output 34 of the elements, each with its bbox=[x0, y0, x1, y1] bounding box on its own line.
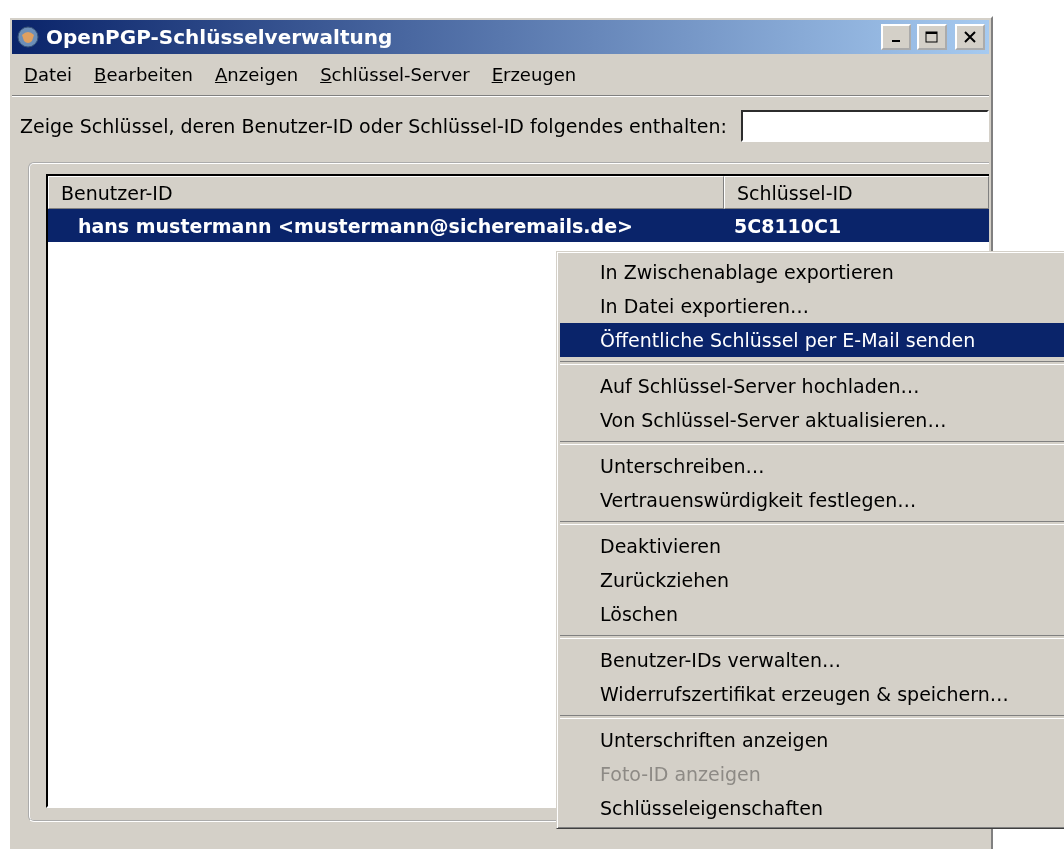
menu-item[interactable]: Bearbeiten bbox=[82, 58, 203, 91]
context-menu-item[interactable]: Zurückziehen bbox=[560, 563, 1064, 597]
context-menu-item[interactable]: In Zwischenablage exportieren bbox=[560, 255, 1064, 289]
minimize-button[interactable] bbox=[881, 24, 911, 50]
context-menu-item[interactable]: Öffentliche Schlüssel per E-Mail senden bbox=[560, 323, 1064, 357]
minimize-icon bbox=[892, 40, 900, 42]
column-header[interactable]: Benutzer-ID bbox=[48, 176, 724, 209]
column-header[interactable]: Schlüssel-ID bbox=[724, 176, 989, 209]
close-icon bbox=[964, 31, 976, 43]
window-title: OpenPGP-Schlüsselverwaltung bbox=[46, 25, 394, 49]
context-menu-item[interactable]: Unterschreiben… bbox=[560, 449, 1064, 483]
context-menu-item[interactable]: Vertrauenswürdigkeit festlegen… bbox=[560, 483, 1064, 517]
filter-label: Zeige Schlüssel, deren Benutzer-ID oder Schlüssel-ID folgendes enthalten: bbox=[20, 115, 727, 137]
user-id-cell-text: hans mustermann <mustermann@sicheremails.de> bbox=[77, 214, 634, 237]
context-menu-item[interactable]: Benutzer-IDs verwalten… bbox=[560, 643, 1064, 677]
context-menu-item[interactable]: Unterschriften anzeigen bbox=[560, 723, 1064, 757]
menu-item[interactable]: Erzeugen bbox=[479, 58, 587, 91]
maximize-icon bbox=[925, 31, 939, 43]
menu-item[interactable]: Anzeigen bbox=[202, 58, 309, 91]
app-icon bbox=[16, 25, 40, 49]
close-button[interactable] bbox=[955, 24, 985, 50]
context-menu-item[interactable]: Auf Schlüssel-Server hochladen… bbox=[560, 369, 1064, 403]
context-menu-item[interactable]: Deaktivieren bbox=[560, 529, 1064, 563]
context-menu-item[interactable]: Löschen bbox=[560, 597, 1064, 631]
context-menu-item[interactable]: Von Schlüssel-Server aktualisieren… bbox=[560, 403, 1064, 437]
menu-item[interactable]: Schlüssel-Server bbox=[308, 58, 480, 91]
maximize-button[interactable] bbox=[917, 24, 947, 50]
context-menu-item[interactable]: Widerrufszertifikat erzeugen & speichern… bbox=[560, 677, 1064, 711]
context-menu-item[interactable]: Schlüsseleigenschaften bbox=[560, 791, 1064, 825]
menu-item[interactable]: Datei bbox=[12, 58, 83, 91]
key-row[interactable]: hans mustermann <mustermann@sicheremails.de> 5C8110C1 bbox=[48, 209, 989, 242]
filter-field[interactable] bbox=[740, 110, 989, 142]
key-id-cell-text: 5C8110C1 bbox=[733, 214, 843, 237]
context-menu-item[interactable]: In Datei exportieren… bbox=[560, 289, 1064, 323]
